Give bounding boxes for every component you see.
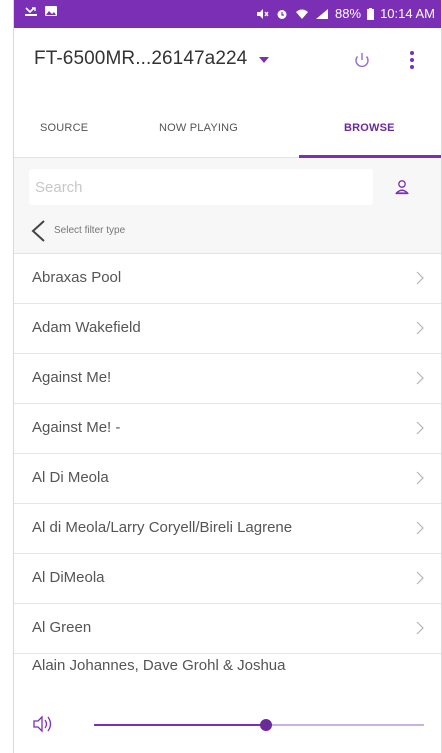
chevron-right-icon [416,421,424,435]
battery-icon [367,7,375,20]
chevron-right-icon [416,471,424,485]
chevron-right-icon [416,321,424,335]
filter-label: Select filter type [54,225,126,236]
mute-icon [257,8,269,19]
chevron-right-icon [416,521,424,535]
list-item-label: Adam Wakefield [32,319,141,336]
chevron-right-icon [416,371,424,385]
volume-bar [14,703,441,753]
wifi-icon [296,9,309,19]
back-chevron-icon[interactable] [29,218,47,244]
list-item[interactable]: Alain Johannes, Dave Grohl & Joshua [14,654,441,684]
search-input[interactable] [29,169,373,205]
tab-bar: SOURCE NOW PLAYING BROWSE [14,90,441,158]
speaker-icon[interactable] [31,714,55,734]
status-bar: 88% 10:14 AM [14,0,441,28]
list-item-label: Al DiMeola [32,569,105,586]
chevron-right-icon [416,571,424,585]
missed-call-icon [25,7,37,16]
clock: 10:14 AM [380,6,435,21]
filter-row[interactable]: Select filter type [14,210,441,254]
list-item[interactable]: Al Green [14,604,441,654]
chevron-right-icon [416,621,424,635]
more-options-icon[interactable] [406,48,418,72]
list-item[interactable]: Against Me! [14,354,441,404]
alarm-icon [277,9,287,19]
tab-browse[interactable]: BROWSE [344,122,395,134]
list-item-label: Against Me! [32,369,112,386]
list-item[interactable]: Abraxas Pool [14,254,441,304]
list-item[interactable]: Adam Wakefield [14,304,441,354]
list-item[interactable]: Against Me! - [14,404,441,454]
power-icon[interactable] [350,48,374,72]
tab-source[interactable]: SOURCE [40,122,88,134]
dropdown-caret-icon [259,57,270,63]
phone-screen: 88% 10:14 AM FT-6500MR...26147a224 SOURC… [13,0,442,753]
volume-slider-fill [94,724,266,726]
list-item[interactable]: Al Di Meola [14,454,441,504]
tab-now-playing[interactable]: NOW PLAYING [159,122,238,134]
list-item-label: Alain Johannes, Dave Grohl & Joshua [32,657,286,674]
chevron-right-icon [416,271,424,285]
device-name: FT-6500MR...26147a224 [34,48,248,69]
signal-icon [316,8,329,19]
list-item-label: Against Me! - [32,419,121,436]
battery-percent: 88% [335,6,362,21]
user-icon[interactable] [394,179,410,195]
app-bar: FT-6500MR...26147a224 [14,28,441,90]
list-item[interactable]: Al DiMeola [14,554,441,604]
list-item-label: Al Green [32,619,92,636]
list-item-label: Abraxas Pool [32,269,122,286]
image-icon [45,6,57,16]
list-item-label: Al di Meola/Larry Coryell/Bireli Lagrene [32,519,293,536]
list-item[interactable]: Al di Meola/Larry Coryell/Bireli Lagrene [14,504,441,554]
search-area [14,158,441,210]
volume-slider[interactable] [94,719,424,731]
list-item-label: Al Di Meola [32,469,109,486]
volume-slider-thumb[interactable] [259,719,272,731]
device-selector[interactable]: FT-6500MR...26147a224 [34,48,270,70]
artist-list: Abraxas Pool Adam Wakefield Against Me! … [14,254,441,684]
